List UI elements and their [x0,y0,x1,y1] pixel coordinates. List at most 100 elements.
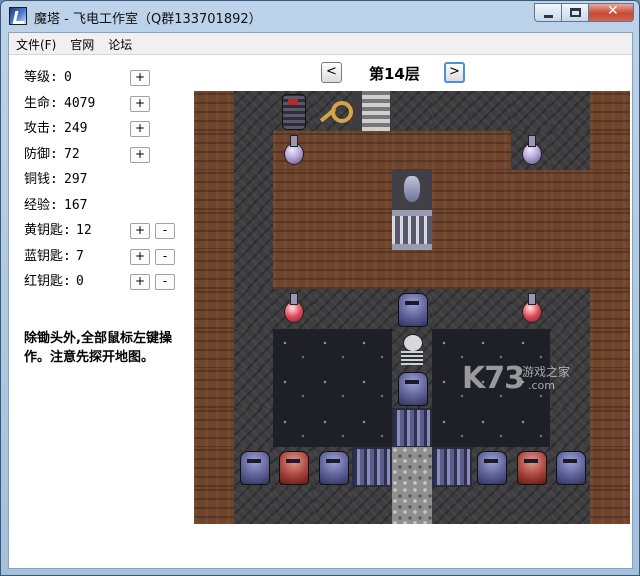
map-tile [392,249,432,290]
yellow-key-minus-button[interactable]: - [155,223,175,239]
menu-official-site[interactable]: 官网 [63,33,101,54]
stat-value: 167 [64,197,88,213]
stat-label: 红钥匙: [24,274,71,289]
map-tile [550,368,591,409]
potion-icon[interactable] [511,131,551,171]
map-tile [312,289,353,329]
key-icon[interactable] [313,91,353,131]
map-tile [550,407,591,448]
hp-plus-button[interactable]: + [130,95,150,112]
stat-label: 黄钥匙: [24,223,71,238]
prev-floor-button[interactable]: < [321,62,342,83]
yellow-key-plus-button[interactable]: + [130,223,150,239]
map-tile [194,91,234,131]
map-tile [590,289,630,329]
map-tile [273,249,314,290]
blue-key-minus-button[interactable]: - [155,248,175,265]
stat-value: 0 [64,70,72,85]
map-tile [550,289,591,329]
minimize-button[interactable] [534,3,561,22]
map-tile [352,130,393,171]
iron-door-tile [431,447,472,488]
gate-tile [392,209,432,250]
map-grid [194,91,630,524]
level-plus-button[interactable]: + [130,70,150,86]
stat-value: 249 [64,121,88,136]
map-tile [590,447,630,488]
map-tile [510,407,551,448]
map-tile [273,368,314,409]
map-tile [352,209,393,250]
gravel-path-tile [392,487,432,524]
iron-door-tile [352,447,393,488]
map-tile [194,170,234,211]
menu-forum[interactable]: 论坛 [101,33,139,54]
app-logo-icon [9,7,27,25]
window-controls: ✕ [534,3,634,23]
map-tile [233,368,274,409]
attack-plus-button[interactable]: + [130,121,150,137]
monster-icon[interactable] [550,447,590,487]
red-monster-icon[interactable] [511,447,551,487]
game-map[interactable]: K73 游戏之家 .com [194,91,630,524]
stat-row-hp: 生命: 4079 + [24,95,184,121]
map-tile [471,170,512,211]
next-floor-button[interactable]: > [444,62,465,83]
map-tile [471,487,512,524]
map-tile [233,289,274,329]
floor-label: 第14层 [369,65,420,83]
map-tile [273,487,314,524]
map-tile [194,368,234,409]
monster-icon[interactable] [392,368,432,408]
map-tile [510,91,551,131]
potion-icon[interactable] [273,131,313,171]
map-tile [431,249,472,290]
red-key-plus-button[interactable]: + [130,274,150,290]
map-tile [312,209,353,250]
map-tile [510,328,551,369]
menu-bar: 文件(F) 官网 论坛 [9,33,632,55]
map-tile [352,368,393,409]
stat-label: 攻击: [24,121,58,136]
title-bar[interactable]: 魔塔 - 飞电工作室（Q群133701892） ✕ [1,1,639,31]
map-tile [590,170,630,211]
map-tile [312,487,353,524]
close-button[interactable]: ✕ [588,3,634,22]
map-tile [312,130,353,171]
map-tile [194,249,234,290]
defense-plus-button[interactable]: + [130,146,150,163]
maximize-button[interactable] [561,3,588,22]
map-tile [233,328,274,369]
map-tile [590,328,630,369]
stat-row-blue-key: 蓝钥匙: 7 + - [24,248,184,274]
stats-panel: 等级: 0 + 生命: 4079 + 攻击: 249 + 防御: 72 + 铜钱… [24,69,184,299]
map-tile [590,368,630,409]
map-tile [233,170,274,211]
monster-icon[interactable] [471,447,511,487]
red-potion-icon[interactable] [511,289,551,329]
stat-label: 铜钱: [24,172,58,187]
monster-icon[interactable] [234,447,274,487]
menu-file[interactable]: 文件(F) [9,33,63,54]
map-tile [471,91,512,131]
map-tile [550,487,591,524]
map-tile [590,91,630,131]
monster-icon[interactable] [313,447,353,487]
hero-knight-icon[interactable] [273,91,313,131]
monster-icon[interactable] [392,289,432,329]
map-tile [471,328,512,369]
stat-row-defense: 防御: 72 + [24,146,184,172]
app-window: 魔塔 - 飞电工作室（Q群133701892） ✕ 文件(F) 官网 论坛 等级… [0,0,640,576]
red-monster-icon[interactable] [273,447,313,487]
blue-key-plus-button[interactable]: + [130,248,150,265]
map-tile [431,407,472,448]
map-tile [194,130,234,171]
map-tile [352,289,393,329]
map-tile [471,130,512,171]
red-potion-icon[interactable] [273,289,313,329]
skeleton-icon[interactable] [392,329,432,369]
red-key-minus-button[interactable]: - [155,274,175,290]
stat-value: 297 [64,172,88,187]
map-tile [194,407,234,448]
map-tile [471,407,512,448]
